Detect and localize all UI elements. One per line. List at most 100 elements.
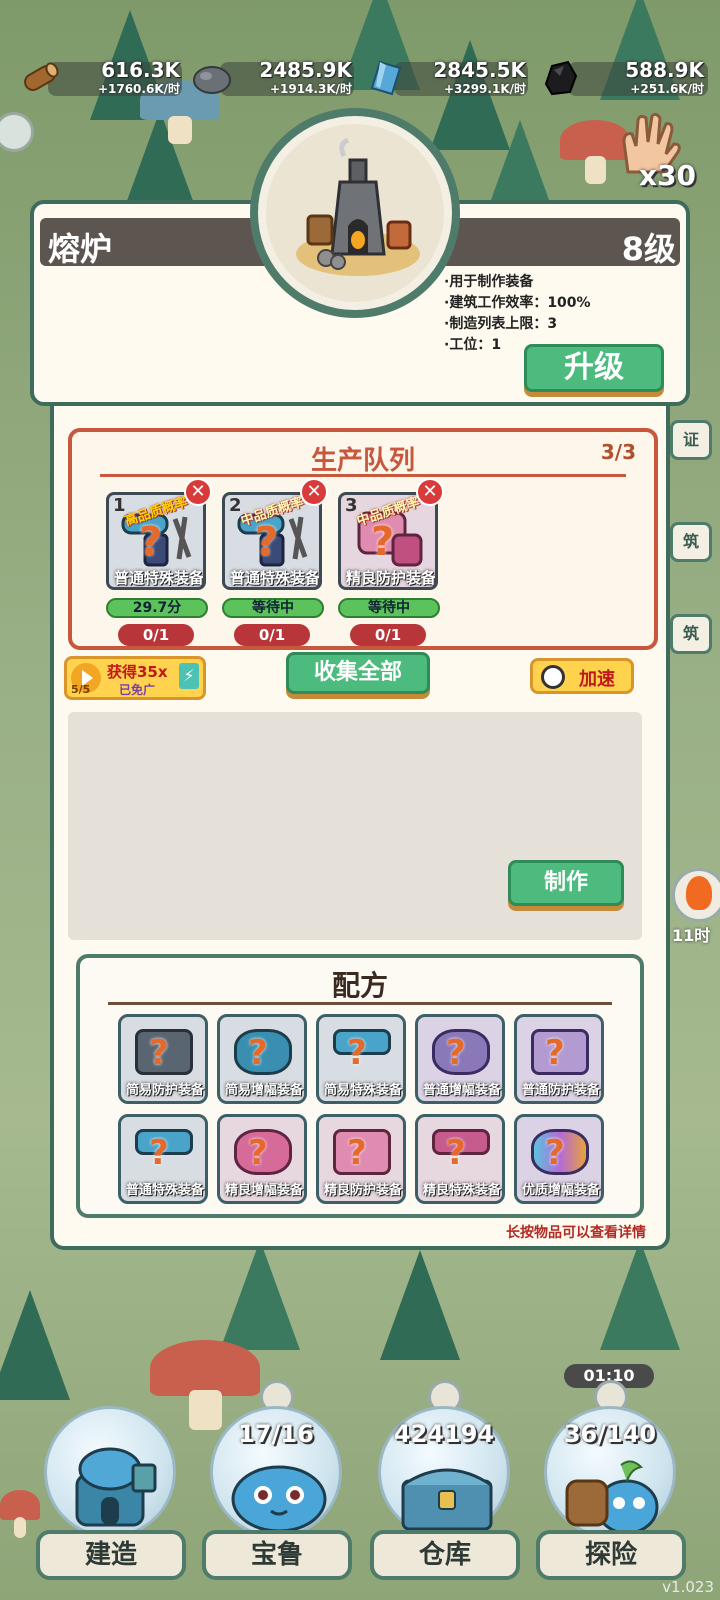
- ad-reward-button[interactable]: 5/5 获得35x 已免广 ⚡: [64, 656, 206, 700]
- nav-label: 探险: [536, 1530, 686, 1580]
- lightning-icon: ⚡: [179, 663, 199, 689]
- unknown-mark: ?: [347, 1033, 367, 1073]
- item-card[interactable]: 3 中品质概率↑ ? 精良防护装备: [338, 492, 438, 590]
- nav-explore[interactable]: 36/140 探险: [530, 1380, 690, 1590]
- build-bubble: [44, 1406, 176, 1538]
- make-button[interactable]: 制作: [508, 860, 624, 906]
- slot-count: 0/1: [234, 624, 310, 646]
- cancel-slot-button[interactable]: ✕: [300, 478, 328, 506]
- unknown-mark: ?: [371, 519, 395, 565]
- building-name: 熔炉: [48, 230, 113, 268]
- collect-all-button[interactable]: 收集全部: [286, 652, 430, 694]
- tree-decoration: [380, 1250, 460, 1360]
- warehouse-counter: 424194: [393, 1420, 495, 1448]
- recipe-label: 精良特殊装备: [422, 1183, 501, 1198]
- nav-label: 仓库: [370, 1530, 520, 1580]
- hint-text: 长按物品可以查看详情: [506, 1225, 646, 1241]
- recipe-card[interactable]: ? 简易特殊装备: [316, 1014, 406, 1104]
- item-card[interactable]: 2 中品质概率↑ ? 普通特殊装备: [222, 492, 322, 590]
- item-label: 普通特殊装备: [229, 569, 320, 587]
- crystal-icon: [370, 60, 402, 96]
- recipe-card[interactable]: ? 普通防护装备: [514, 1014, 604, 1104]
- resource-rate: +251.6K/时: [630, 82, 704, 96]
- unknown-mark: ?: [545, 1133, 565, 1173]
- unknown-mark: ?: [248, 1133, 268, 1173]
- divider: [100, 474, 626, 477]
- slot-status: 等待中: [338, 598, 440, 618]
- fire-timer: 11时: [672, 926, 711, 945]
- resource-amount: 2845.5K: [433, 58, 526, 82]
- recipe-label: 普通特殊装备: [125, 1183, 204, 1198]
- resource-amount: 616.3K: [101, 58, 180, 82]
- queue-title: 生产队列: [310, 446, 415, 476]
- resource-coal: 588.9K +251.6K/时: [540, 56, 710, 102]
- unknown-mark: ?: [545, 1033, 565, 1073]
- tree-decoration: [600, 1240, 680, 1350]
- stone-icon: [193, 66, 231, 94]
- cancel-slot-button[interactable]: ✕: [184, 478, 212, 506]
- resource-crystal: 2845.5K +3299.1K/时: [366, 56, 532, 102]
- unknown-mark: ?: [347, 1133, 367, 1173]
- slot-status: 29.7分: [106, 598, 208, 618]
- recipe-label: 精良增幅装备: [224, 1183, 303, 1198]
- recipe-card[interactable]: ? 优质增幅装备: [514, 1114, 604, 1204]
- resource-amount: 588.9K: [625, 58, 704, 82]
- speedometer-icon: [541, 665, 565, 689]
- recipe-label: 简易防护装备: [125, 1083, 204, 1098]
- recipe-card[interactable]: ? 普通特殊装备: [118, 1114, 208, 1204]
- unknown-mark: ?: [446, 1033, 466, 1073]
- cancel-slot-button[interactable]: ✕: [416, 478, 444, 506]
- fire-timer-badge[interactable]: 11时: [672, 868, 720, 945]
- side-tab[interactable]: 筑: [670, 614, 712, 654]
- resource-stone: 2485.9K +1914.3K/时: [192, 56, 358, 102]
- item-label: 精良防护装备: [345, 569, 436, 587]
- ad-count: 5/5: [71, 683, 91, 696]
- nav-warehouse[interactable]: 424194 仓库: [364, 1380, 524, 1590]
- stat-line: ·制造列表上限：3: [444, 316, 558, 332]
- item-card[interactable]: 1 高品质概率↑ ? 普通特殊装备: [106, 492, 206, 590]
- resource-rate: +1914.3K/时: [269, 82, 352, 96]
- unknown-mark: ?: [149, 1033, 169, 1073]
- recipe-label: 优质增幅装备: [521, 1183, 600, 1198]
- side-tab[interactable]: 证: [670, 420, 712, 460]
- resource-bar: 616.3K +1760.6K/时 2485.9K +1914.3K/时 284…: [20, 56, 710, 104]
- recipe-title: 配方: [331, 969, 388, 1002]
- side-tab[interactable]: 筑: [670, 522, 712, 562]
- recipe-card[interactable]: ? 精良增幅装备: [217, 1114, 307, 1204]
- explorer-icon: [565, 1460, 659, 1535]
- divider: [108, 1002, 612, 1005]
- coal-icon: [544, 60, 578, 96]
- recipe-label: 普通防护装备: [521, 1083, 600, 1098]
- recipe-label: 精良防护装备: [323, 1183, 402, 1198]
- production-queue: 生产队列 3/3 1 高品质概率↑ ? 普通特殊装备 ✕ 29.7分 0/1 2: [68, 428, 658, 650]
- upgrade-button[interactable]: 升级: [524, 344, 664, 392]
- resource-amount: 2485.9K: [259, 58, 352, 82]
- gesture-boost[interactable]: x30: [616, 112, 696, 192]
- building-level: 8级: [621, 230, 676, 268]
- nav-label: 宝鲁: [202, 1530, 352, 1580]
- version-text: v1.023: [662, 1578, 714, 1596]
- recipe-label: 简易特殊装备: [323, 1083, 402, 1098]
- recipe-card[interactable]: ? 精良防护装备: [316, 1114, 406, 1204]
- stat-line: ·用于制作装备: [444, 274, 534, 290]
- unknown-mark: ?: [149, 1133, 169, 1173]
- recipe-card[interactable]: ? 普通增幅装备: [415, 1014, 505, 1104]
- speed-up-button[interactable]: 加速: [530, 658, 634, 694]
- chest-icon: [401, 1468, 493, 1531]
- unknown-mark: ?: [139, 519, 163, 565]
- nav-label: 建造: [36, 1530, 186, 1580]
- resource-wood: 616.3K +1760.6K/时: [20, 56, 186, 102]
- recipe-card[interactable]: ? 简易增幅装备: [217, 1014, 307, 1104]
- nav-build[interactable]: 建造: [30, 1380, 190, 1590]
- unknown-mark: ?: [248, 1033, 268, 1073]
- recipe-card[interactable]: ? 精良特殊装备: [415, 1114, 505, 1204]
- ad-gain-text: 获得35x: [107, 663, 168, 681]
- wood-icon: [24, 62, 59, 91]
- energy-counter: 36/140: [563, 1420, 657, 1448]
- nav-pets[interactable]: 17/16 宝鲁: [196, 1380, 356, 1590]
- recipe-panel: 配方 ? 简易防护装备 ? 简易增幅装备 ? 简易特殊装备 ? 普通增幅装备 ?…: [76, 954, 644, 1218]
- recipe-card[interactable]: ? 简易防护装备: [118, 1014, 208, 1104]
- item-label: 普通特殊装备: [113, 569, 204, 587]
- slot-count: 0/1: [350, 624, 426, 646]
- pet-counter: 17/16: [238, 1420, 314, 1448]
